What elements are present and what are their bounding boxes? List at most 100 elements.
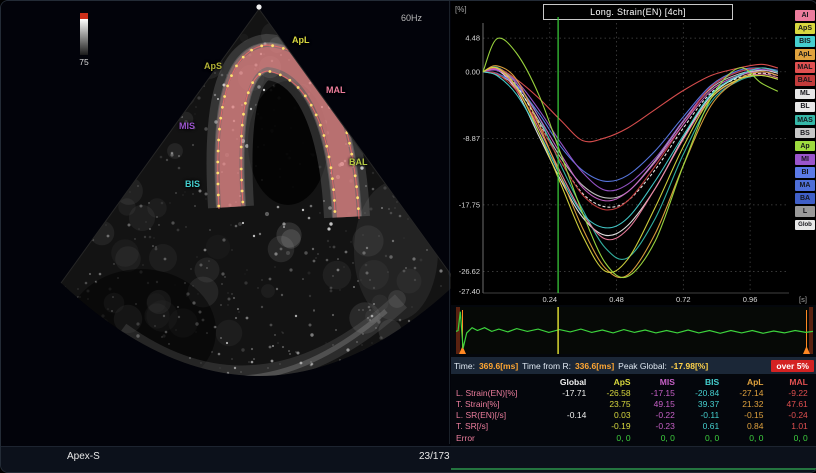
- table-cell: -0.15: [728, 410, 772, 420]
- table-row: T. Strain[%]23.7549.1539.3721.3247.61: [451, 398, 816, 409]
- tracking-dot: [356, 196, 359, 199]
- segment-chip-ApS[interactable]: ApS: [795, 23, 815, 34]
- strain-chart-panel: [%] Long. Strain(EN) [4ch] 4.480.00-8.87…: [451, 1, 816, 305]
- tracking-dot: [241, 124, 244, 127]
- segment-chip-MI[interactable]: MI: [795, 154, 815, 165]
- table-cell: 1.01: [772, 421, 816, 431]
- tracking-dot: [217, 150, 220, 153]
- tracking-dot: [324, 81, 327, 84]
- measurement-info-bar: Time: 369.6[ms] Time from R: 336.6[ms] P…: [451, 357, 816, 374]
- tracking-dot: [330, 166, 333, 169]
- tracking-dot: [331, 177, 334, 180]
- table-cell: -0.23: [640, 421, 684, 431]
- row-label: Error: [451, 433, 551, 443]
- tracking-dot: [292, 51, 295, 54]
- tracking-dot: [226, 85, 229, 88]
- frame-rate-label: 60Hz: [401, 13, 422, 23]
- time-from-r-value: 336.6[ms]: [575, 361, 614, 371]
- strain-curve-BS: [483, 70, 778, 198]
- table-cell: -27.14: [728, 388, 772, 398]
- segment-chip-list: AIApSBISApLMALBALMLBLMASBSApMIBIMABALGlo…: [795, 10, 815, 233]
- tracking-dot: [218, 128, 221, 131]
- apex-marker: [256, 4, 261, 9]
- column-header-Global: Global: [551, 377, 595, 387]
- segment-chip-Glob[interactable]: Glob: [795, 220, 815, 231]
- row-label: L. SR(EN)[/s]: [451, 410, 551, 420]
- segment-chip-MAL[interactable]: MAL: [795, 62, 815, 73]
- segment-chip-L[interactable]: L: [795, 206, 815, 217]
- panel-divider: [449, 1, 450, 444]
- segment-chip-MAS[interactable]: MAS: [795, 115, 815, 126]
- row-label: L. Strain(EN)[%]: [451, 388, 551, 398]
- tracking-dot: [217, 139, 220, 142]
- tracking-dot: [350, 153, 353, 156]
- tracking-dot: [216, 161, 219, 164]
- table-cell: -26.58: [595, 388, 639, 398]
- segment-chip-BL[interactable]: BL: [795, 102, 815, 113]
- y-tick-label: -27.40: [459, 287, 480, 296]
- strain-curves: [483, 38, 778, 277]
- table-cell: 49.15: [640, 399, 684, 409]
- peak-global-value: -17.98[%]: [671, 361, 708, 371]
- strain-curve-MAS: [483, 67, 778, 260]
- tracking-dot: [258, 73, 261, 76]
- table-cell: 39.37: [684, 399, 728, 409]
- x-tick-label: 0.72: [676, 295, 691, 304]
- segment-chip-BS[interactable]: BS: [795, 128, 815, 139]
- ultrasound-sector: [1, 9, 451, 446]
- table-cell: -0.22: [640, 410, 684, 420]
- tracking-dot: [244, 102, 247, 105]
- y-tick-label: 0.00: [465, 67, 480, 76]
- time-from-r-label: Time from R:: [522, 361, 571, 371]
- x-tick-label: 0.48: [609, 295, 624, 304]
- tracking-dot: [323, 134, 326, 137]
- tracking-dot: [223, 95, 226, 98]
- segment-chip-AI[interactable]: AI: [795, 10, 815, 21]
- tracking-dot: [251, 81, 254, 84]
- table-row: L. Strain(EN)[%]-17.71-26.58-17.15-20.84…: [451, 387, 816, 398]
- x-axis-unit-label: [s]: [799, 295, 807, 304]
- tracking-dot: [348, 142, 351, 145]
- tracking-dot: [317, 72, 320, 75]
- strain-curve-BIS: [483, 68, 778, 228]
- tracking-dot: [242, 56, 245, 59]
- tracking-dot: [333, 199, 336, 202]
- column-header-BIS: BIS: [684, 377, 728, 387]
- tracking-dot: [240, 157, 243, 160]
- y-tick-label: -26.62: [459, 267, 480, 276]
- segment-chip-BIS[interactable]: BIS: [795, 36, 815, 47]
- tracking-dot: [325, 145, 328, 148]
- table-cell: 21.32: [728, 399, 772, 409]
- tracking-dot: [355, 185, 358, 188]
- tracking-dot: [250, 49, 253, 52]
- y-tick-label: 4.48: [465, 34, 480, 43]
- us-segment-label-MIS: MIS: [179, 121, 195, 131]
- segment-chip-BA[interactable]: BA: [795, 193, 815, 204]
- table-cell: -17.71: [551, 388, 595, 398]
- gain-value: 75: [79, 57, 89, 67]
- x-tick-label: 0.96: [743, 295, 758, 304]
- strain-curve-plot[interactable]: 4.480.00-8.87-17.75-26.62-27.400.240.480…: [451, 1, 816, 305]
- segment-chip-BAL[interactable]: BAL: [795, 75, 815, 86]
- column-header-MIS: MIS: [640, 377, 684, 387]
- ultrasound-image[interactable]: 75: [1, 1, 451, 446]
- table-cell: -0.11: [684, 410, 728, 420]
- table-cell: -9.22: [772, 388, 816, 398]
- x-tick-label: 0.24: [542, 295, 557, 304]
- segment-chip-Ap[interactable]: Ap: [795, 141, 815, 152]
- table-cell: -0.19: [595, 421, 639, 431]
- segment-chip-MA[interactable]: MA: [795, 180, 815, 191]
- tracking-dot: [279, 74, 282, 77]
- tracking-dot: [332, 188, 335, 191]
- ecg-strip[interactable]: [456, 307, 813, 354]
- ultrasound-panel[interactable]: 75 ApLApSMALMISBALBIS 60Hz: [1, 1, 451, 446]
- segment-chip-ML[interactable]: ML: [795, 89, 815, 100]
- segment-chip-BI[interactable]: BI: [795, 167, 815, 178]
- table-header-row: GlobalApSMISBISApLMAL: [451, 376, 816, 387]
- us-segment-label-BAL: BAL: [349, 157, 368, 167]
- table-cell: 0.61: [684, 421, 728, 431]
- column-header-ApL: ApL: [728, 377, 772, 387]
- column-header-ApS: ApS: [595, 377, 639, 387]
- segment-chip-ApL[interactable]: ApL: [795, 49, 815, 60]
- tracking-dot: [240, 168, 243, 171]
